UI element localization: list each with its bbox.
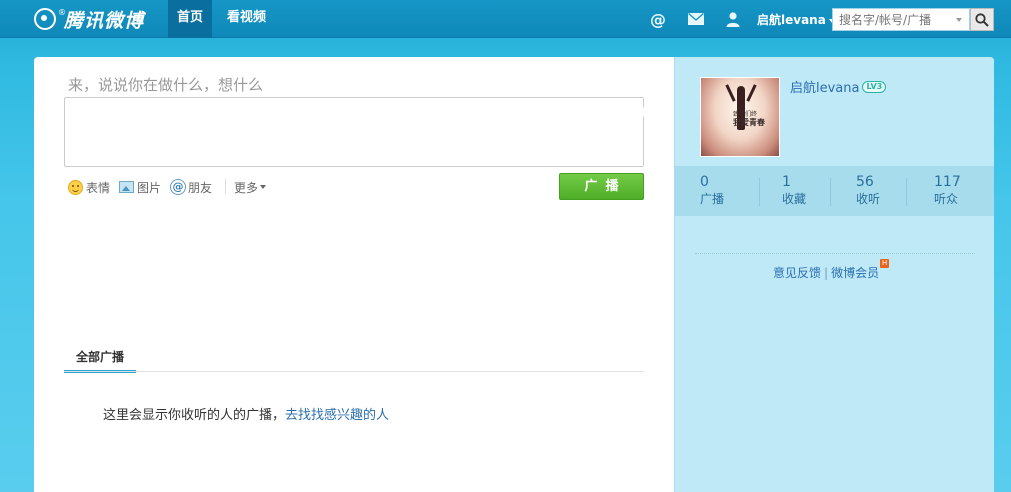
search-input[interactable] (832, 8, 970, 31)
nav-tab-video[interactable]: 看视频 (218, 0, 275, 38)
mentions-at-icon[interactable]: @ (649, 10, 667, 29)
stat-followers[interactable]: 117 听众 (934, 173, 961, 209)
profile-sidebar: 致我们终 我爱青春 启航levana LV3 0 广播 1 收藏 56 收听 1… (674, 57, 994, 492)
avatar[interactable]: 致我们终 我爱青春 (700, 77, 780, 157)
feedback-link[interactable]: 意见反馈 (773, 266, 821, 280)
stat-favorites-label: 收藏 (782, 192, 807, 206)
stat-posts-label: 广播 (700, 192, 725, 206)
stat-following-value: 56 (856, 174, 874, 190)
compose-textarea[interactable] (64, 97, 644, 167)
vip-link[interactable]: 微博会员 (831, 266, 879, 280)
avatar-figure-arm (725, 84, 736, 102)
find-people-link[interactable]: 去找找感兴趣的人 (285, 408, 389, 423)
mail-glyph (688, 13, 704, 25)
stat-posts-value: 0 (700, 174, 709, 190)
post-button[interactable]: 广播 (559, 173, 644, 200)
more-tool-label: 更多 (234, 180, 259, 195)
empty-feed-message: 这里会显示你收听的人的广播，去找找感兴趣的人 (103, 404, 389, 423)
tab-underline-divider (64, 371, 644, 372)
main-card: 来，说说你在做什么，想什么 表情 图片 @ 朋友 更多 广播 全部广播 这里会显… (34, 57, 994, 492)
search-scope-dropdown-icon[interactable] (956, 18, 962, 22)
at-friend-icon: @ (170, 179, 186, 195)
more-tool-button[interactable]: 更多 (234, 179, 267, 195)
top-navigation-bar: ® 腾讯微博 首页 看视频 @ 启航levana (0, 0, 1011, 38)
profile-name[interactable]: 启航levana LV3 (790, 77, 887, 96)
image-tool-button[interactable]: 图片 (119, 179, 161, 195)
level-badge[interactable]: LV3 (862, 80, 887, 93)
site-logo[interactable]: ® 腾讯微博 (34, 6, 144, 32)
compose-prompt: 来，说说你在做什么，想什么 (68, 76, 264, 94)
emoji-tool-label: 表情 (86, 180, 111, 195)
profile-stats: 0 广播 1 收藏 56 收听 117 听众 (675, 166, 994, 216)
empty-feed-text: 这里会显示你收听的人的广播， (103, 408, 286, 423)
stat-favorites[interactable]: 1 收藏 (782, 173, 806, 209)
stat-divider (906, 178, 907, 206)
user-glyph (726, 11, 740, 27)
sidebar-links: 意见反馈 | 微博会员H (773, 259, 890, 281)
stat-posts[interactable]: 0 广播 (700, 173, 724, 209)
stat-followers-label: 听众 (934, 192, 959, 206)
smiley-icon (68, 179, 83, 195)
stat-following-label: 收听 (856, 192, 881, 206)
stat-followers-value: 117 (934, 174, 961, 190)
friend-tool-button[interactable]: @ 朋友 (170, 179, 212, 195)
main-column: 来，说说你在做什么，想什么 表情 图片 @ 朋友 更多 广播 全部广播 这里会显… (34, 57, 674, 492)
avatar-caption-2: 我爱青春 (733, 118, 765, 127)
tool-divider (225, 179, 226, 194)
chevron-down-icon (260, 185, 267, 189)
nav-tab-home[interactable]: 首页 (168, 0, 213, 38)
user-name-label: 启航levana (757, 13, 826, 27)
avatar-figure-arm (746, 84, 757, 102)
profile-name-label: 启航levana (790, 81, 860, 96)
stat-divider (830, 178, 831, 206)
image-tool-label: 图片 (137, 180, 162, 195)
stat-following[interactable]: 56 收听 (856, 173, 880, 209)
emoji-tool-button[interactable]: 表情 (68, 179, 110, 195)
compose-notch (643, 107, 649, 117)
user-icon[interactable] (724, 10, 742, 28)
mail-icon[interactable] (687, 10, 705, 28)
stat-favorites-value: 1 (782, 174, 791, 190)
search-icon (975, 12, 989, 27)
stat-divider (759, 178, 760, 206)
image-icon (119, 181, 134, 193)
tab-all-posts[interactable]: 全部广播 (64, 347, 136, 373)
user-menu[interactable]: 启航levana (757, 11, 835, 28)
sidebar-divider (695, 253, 975, 254)
logo-mark-icon: ® (34, 8, 66, 30)
logo-text: 腾讯微博 (64, 9, 145, 32)
search-button[interactable] (970, 8, 994, 31)
vip-hot-badge: H (880, 259, 890, 268)
link-separator: | (824, 266, 829, 280)
friend-tool-label: 朋友 (188, 180, 213, 195)
